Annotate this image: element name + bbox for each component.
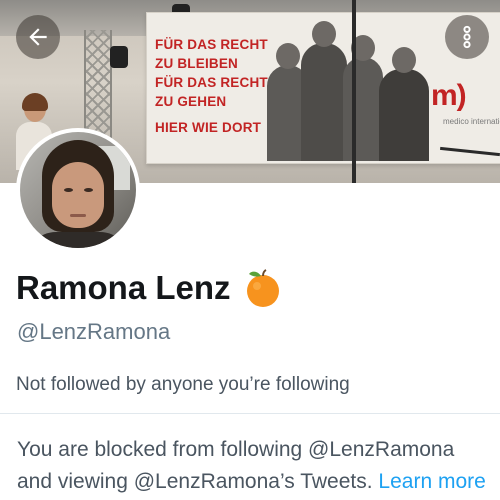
display-name: Ramona Lenz [16, 269, 231, 306]
placard-text: FÜR DAS RECHT ZU BLEIBEN FÜR DAS RECHT Z… [155, 35, 275, 137]
back-button[interactable] [16, 15, 60, 59]
placard-logo: m) [431, 79, 467, 112]
placard-line: ZU GEHEN [155, 94, 227, 109]
learn-more-link[interactable]: Learn more [378, 470, 485, 493]
placard-line: ZU BLEIBEN [155, 56, 238, 71]
more-vertical-icon [463, 25, 471, 49]
follow-context: Not followed by anyone you’re following [16, 374, 350, 395]
stage-truss [84, 30, 112, 140]
arrow-left-icon [29, 28, 47, 46]
more-options-button[interactable] [445, 15, 489, 59]
profile-handle: @LenzRamona [17, 319, 171, 344]
blocked-notice-line2: and viewing @LenzRamona’s Tweets. Learn … [17, 466, 497, 498]
blocked-notice: You are blocked from following @LenzRamo… [17, 434, 497, 498]
divider [0, 413, 500, 414]
mic-stand [352, 0, 356, 183]
blocked-notice-line2-text: and viewing @LenzRamona’s Tweets. [17, 470, 379, 493]
stage-light [110, 46, 128, 68]
orange-icon [246, 269, 279, 307]
placard-line: HIER WIE DORT [155, 120, 262, 135]
profile-name-row: Ramona Lenz [16, 263, 283, 313]
placard-line: FÜR DAS RECHT [155, 37, 268, 52]
blocked-notice-line1: You are blocked from following @LenzRamo… [17, 438, 455, 461]
placard-logo-subtext: medico international [443, 117, 500, 126]
placard-line: FÜR DAS RECHT [155, 75, 268, 90]
avatar[interactable] [16, 128, 140, 252]
